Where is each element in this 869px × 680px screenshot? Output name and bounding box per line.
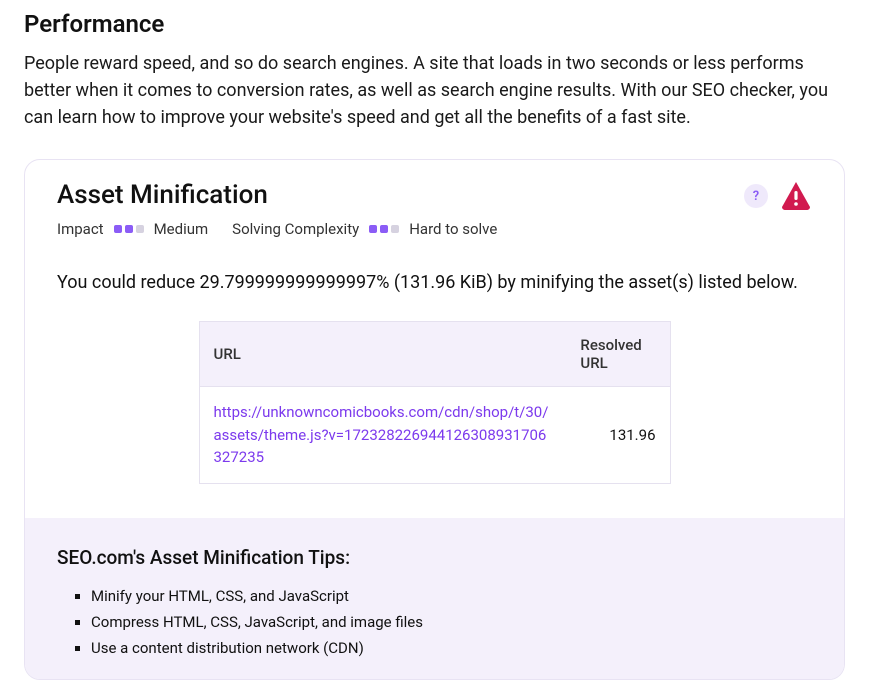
- impact-label: Impact: [57, 220, 104, 238]
- help-button[interactable]: ?: [744, 184, 768, 208]
- impact-meta: Impact Medium: [57, 220, 208, 238]
- dot-filled-icon: [380, 225, 388, 233]
- list-item: Compress HTML, CSS, JavaScript, and imag…: [91, 609, 812, 635]
- table-row: https://unknowncomicbooks.com/cdn/shop/t…: [199, 387, 670, 484]
- warning-icon: [780, 180, 812, 214]
- asset-table: URL Resolved URL https://unknowncomicboo…: [199, 321, 671, 484]
- section-description: People reward speed, and so do search en…: [24, 50, 845, 131]
- card-meta: Impact Medium Solving Complexity: [57, 220, 732, 238]
- list-item: Use a content distribution network (CDN): [91, 635, 812, 661]
- dot-filled-icon: [125, 225, 133, 233]
- tips-title: SEO.com's Asset Minification Tips:: [57, 546, 812, 569]
- asset-size: 131.96: [566, 387, 670, 484]
- summary-text: You could reduce 29.799999999999997% (13…: [57, 272, 812, 293]
- card-title: Asset Minification: [57, 180, 732, 210]
- dot-empty-icon: [136, 225, 144, 233]
- list-item: Minify your HTML, CSS, and JavaScript: [91, 583, 812, 609]
- complexity-meta: Solving Complexity Hard to solve: [232, 220, 497, 238]
- complexity-dots: [369, 225, 399, 233]
- complexity-value: Hard to solve: [409, 220, 497, 238]
- dot-filled-icon: [369, 225, 377, 233]
- section-title: Performance: [24, 10, 845, 38]
- col-resolved-header: Resolved URL: [566, 322, 670, 387]
- card-header: Asset Minification Impact Medium Solving…: [25, 160, 844, 250]
- tips-list: Minify your HTML, CSS, and JavaScript Co…: [57, 583, 812, 662]
- card-body: You could reduce 29.799999999999997% (13…: [25, 250, 844, 518]
- dot-filled-icon: [114, 225, 122, 233]
- dot-empty-icon: [391, 225, 399, 233]
- col-url-header: URL: [199, 322, 566, 387]
- tips-panel: SEO.com's Asset Minification Tips: Minif…: [25, 518, 844, 680]
- complexity-label: Solving Complexity: [232, 220, 359, 238]
- impact-dots: [114, 225, 144, 233]
- impact-value: Medium: [154, 220, 209, 238]
- asset-url-link[interactable]: https://unknowncomicbooks.com/cdn/shop/t…: [214, 403, 549, 466]
